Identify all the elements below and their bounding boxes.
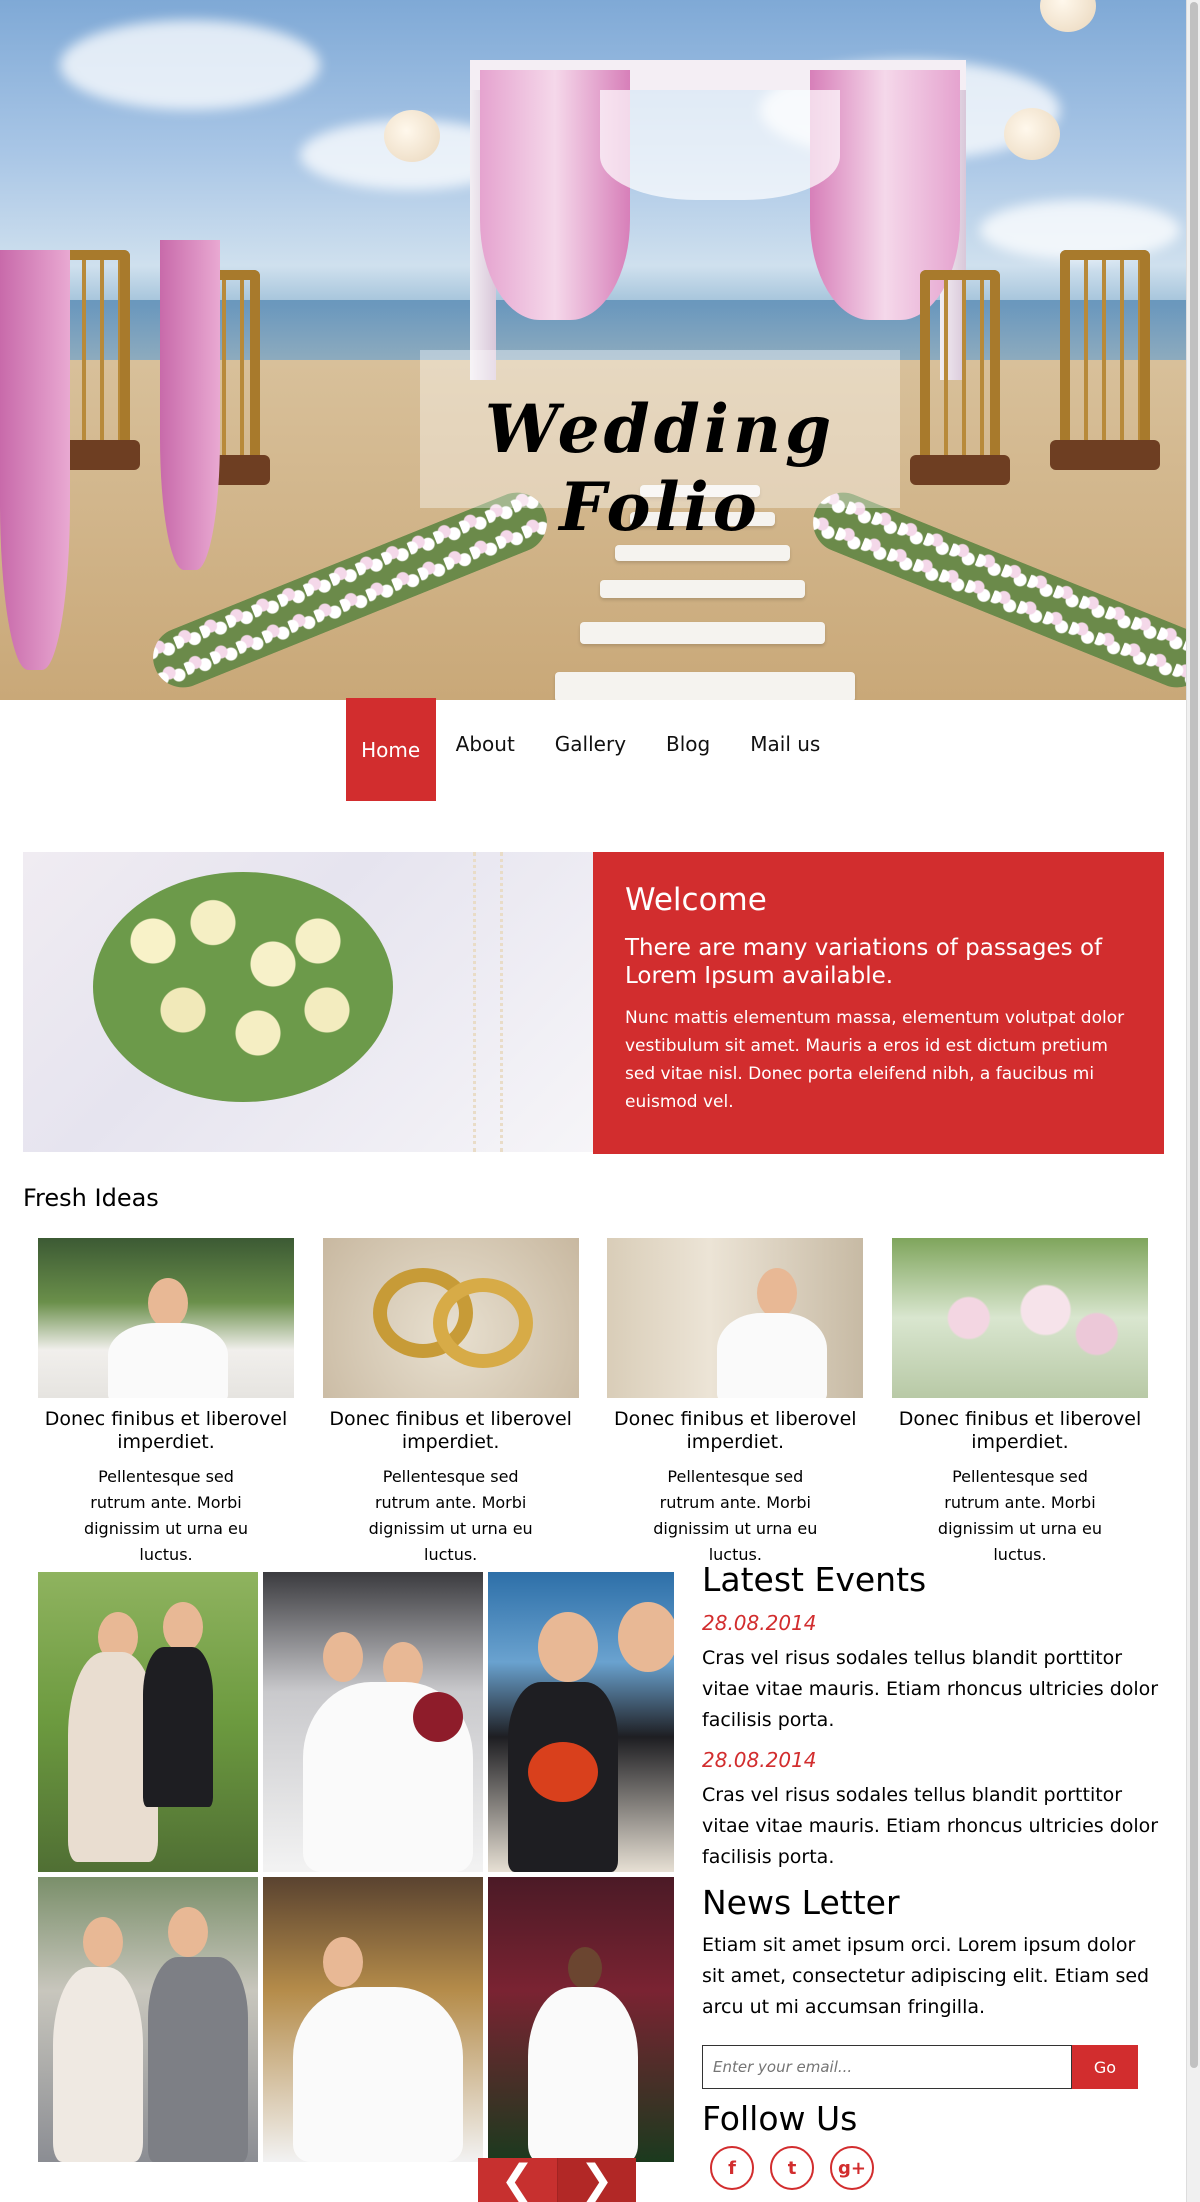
nav-label: Mail us: [750, 731, 821, 756]
sidebar: Latest Events 28.08.2014 Cras vel risus …: [702, 1560, 1162, 2190]
nav-label: About: [455, 731, 515, 756]
idea-image-rings[interactable]: [322, 1238, 579, 1398]
welcome-subtitle: There are many variations of passages of…: [625, 935, 1103, 989]
idea-text: Pellentesque sed rutrum ante. Morbi dign…: [368, 1467, 533, 1564]
facebook-icon[interactable]: f: [710, 2146, 754, 2190]
newsletter-form: Go: [702, 2045, 1138, 2089]
newsletter-title: News Letter: [702, 1883, 900, 1922]
page-scrollbar[interactable]: [1186, 0, 1200, 2202]
idea-image-bride-swing[interactable]: [38, 1238, 294, 1398]
main-nav: Home About Gallery Blog Mail us: [0, 686, 1186, 801]
email-field[interactable]: [702, 2045, 1072, 2089]
nav-label: Home: [361, 737, 421, 762]
nav-label: Gallery: [554, 731, 627, 756]
nav-item-about[interactable]: About: [436, 686, 535, 801]
welcome-title: Welcome: [625, 882, 767, 918]
twitter-icon[interactable]: t: [770, 2146, 814, 2190]
gallery-photo-couple-roses[interactable]: [488, 1877, 674, 2162]
bouquet-image: [23, 852, 593, 1152]
event-date: 28.08.2014: [702, 1611, 817, 1635]
event-text: Cras vel risus sodales tellus blandit po…: [702, 1647, 1159, 1731]
gallery-photo-couple-embrace[interactable]: [263, 1572, 483, 1872]
idea-heading: Donec finibus et liberovel imperdiet.: [614, 1408, 857, 1453]
idea-card[interactable]: Donec finibus et liberovel imperdiet. Pe…: [322, 1238, 579, 1568]
follow-title: Follow Us: [702, 2099, 858, 2138]
nav-item-mail-us[interactable]: Mail us: [730, 686, 840, 801]
events-title: Latest Events: [702, 1560, 927, 1599]
idea-heading: Donec finibus et liberovel imperdiet.: [329, 1408, 572, 1453]
nav-item-home[interactable]: Home: [345, 698, 436, 801]
event-item: 28.08.2014 Cras vel risus sodales tellus…: [702, 1748, 1162, 1873]
event-item: 28.08.2014 Cras vel risus sodales tellus…: [702, 1611, 1162, 1736]
nav-item-blog[interactable]: Blog: [646, 686, 730, 801]
chevron-right-icon: ❯: [579, 2157, 614, 2202]
idea-image-flowers[interactable]: [891, 1238, 1148, 1398]
fresh-ideas-list: Donec finibus et liberovel imperdiet. Pe…: [38, 1238, 1148, 1568]
gallery-photo-bride-throne[interactable]: [263, 1877, 483, 2162]
gallery-photo-older-couple[interactable]: [488, 1572, 674, 1872]
gallery-photo-couple-garden[interactable]: [38, 1572, 258, 1872]
idea-text: Pellentesque sed rutrum ante. Morbi dign…: [83, 1467, 249, 1564]
scrollbar-thumb[interactable]: [1190, 2, 1198, 2068]
event-date: 28.08.2014: [702, 1748, 817, 1772]
idea-text: Pellentesque sed rutrum ante. Morbi dign…: [653, 1467, 818, 1564]
idea-card[interactable]: Donec finibus et liberovel imperdiet. Pe…: [607, 1238, 864, 1568]
idea-card[interactable]: Donec finibus et liberovel imperdiet. Pe…: [38, 1238, 294, 1568]
nav-item-gallery[interactable]: Gallery: [535, 686, 646, 801]
welcome-section: Welcome There are many variations of pas…: [23, 852, 1164, 1154]
gallery-controls: ❮ ❯: [478, 2158, 636, 2202]
idea-image-bride-balcony[interactable]: [607, 1238, 864, 1398]
idea-card[interactable]: Donec finibus et liberovel imperdiet. Pe…: [891, 1238, 1148, 1568]
event-text: Cras vel risus sodales tellus blandit po…: [702, 1784, 1159, 1868]
gallery-prev-button[interactable]: ❮: [478, 2158, 557, 2202]
social-links: f t g+: [702, 2146, 1162, 2190]
nav-label: Blog: [666, 731, 711, 756]
gallery-photo-couple-portrait[interactable]: [38, 1877, 258, 2162]
title-overlay: Wedding Folio: [420, 350, 900, 546]
chevron-left-icon: ❮: [500, 2157, 534, 2202]
idea-heading: Donec finibus et liberovel imperdiet.: [44, 1408, 288, 1453]
google-plus-icon[interactable]: g+: [830, 2146, 874, 2190]
welcome-panel: Welcome There are many variations of pas…: [593, 852, 1164, 1154]
idea-heading: Donec finibus et liberovel imperdiet.: [898, 1408, 1142, 1453]
go-button[interactable]: Go: [1072, 2045, 1138, 2089]
fresh-ideas-title: Fresh Ideas: [23, 1184, 159, 1212]
hero-banner: Wedding Folio: [0, 0, 1186, 700]
site-title: Wedding Folio: [484, 390, 836, 546]
welcome-body: Nunc mattis elementum massa, elementum v…: [625, 1008, 1125, 1112]
newsletter-text: Etiam sit amet ipsum orci. Lorem ipsum d…: [702, 1934, 1150, 2018]
idea-text: Pellentesque sed rutrum ante. Morbi dign…: [937, 1467, 1103, 1564]
gallery-next-button[interactable]: ❯: [556, 2157, 636, 2202]
